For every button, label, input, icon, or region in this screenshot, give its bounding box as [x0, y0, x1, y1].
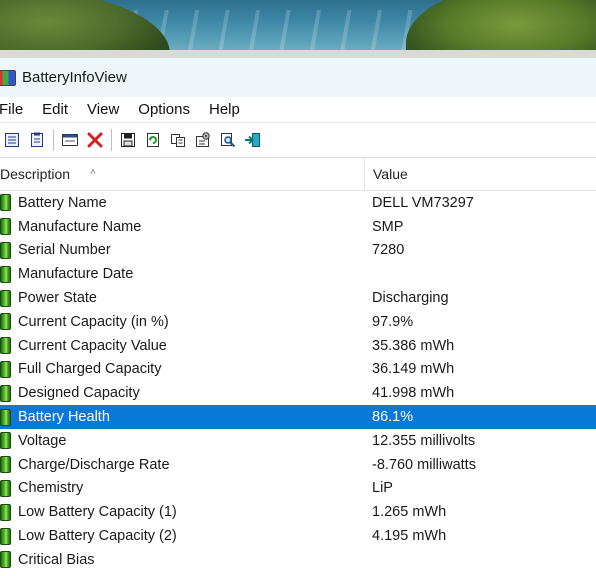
- row-label: Charge/Discharge Rate: [18, 456, 170, 473]
- table-row[interactable]: Low Battery Capacity (2) 4.195 mWh: [0, 524, 596, 548]
- properties-icon[interactable]: [60, 130, 80, 150]
- row-label: Power State: [18, 290, 97, 307]
- table-row[interactable]: Power State Discharging: [0, 286, 596, 310]
- table-row[interactable]: Manufacture Name SMP: [0, 215, 596, 239]
- battery-icon: [0, 432, 11, 450]
- row-label: Battery Health: [18, 409, 110, 426]
- row-value: 7280: [372, 242, 405, 259]
- row-label: Serial Number: [18, 242, 111, 259]
- window-border: [0, 50, 596, 58]
- column-description-label: Description: [0, 166, 71, 182]
- row-label: Low Battery Capacity (1): [18, 504, 177, 521]
- row-value: 12.355 millivolts: [372, 432, 476, 449]
- menu-view[interactable]: View: [77, 101, 128, 118]
- battery-icon: [0, 479, 11, 497]
- text-report-icon[interactable]: [27, 130, 47, 150]
- table-row[interactable]: Critical Bias: [0, 548, 596, 572]
- table-row[interactable]: Current Capacity Value 35.386 mWh: [0, 334, 596, 358]
- options-icon[interactable]: [193, 130, 213, 150]
- copy-icon[interactable]: [168, 130, 188, 150]
- row-label: Current Capacity Value: [18, 337, 167, 354]
- row-label: Current Capacity (in %): [18, 313, 169, 330]
- row-label: Chemistry: [18, 480, 84, 497]
- column-header-value[interactable]: Value: [364, 158, 408, 190]
- toolbar-separator: [111, 129, 112, 151]
- row-value: 4.195 mWh: [372, 528, 447, 545]
- battery-icon: [0, 265, 11, 283]
- battery-icon: [0, 456, 11, 474]
- battery-icon: [0, 527, 11, 545]
- row-value: DELL VM73297: [372, 194, 474, 211]
- delete-icon[interactable]: [85, 130, 105, 150]
- row-label: Manufacture Date: [18, 266, 134, 283]
- menu-file[interactable]: File: [0, 101, 32, 118]
- column-header-description[interactable]: Description ˄: [0, 158, 364, 190]
- refresh-icon[interactable]: [143, 130, 163, 150]
- row-label: Battery Name: [18, 194, 107, 211]
- save-icon[interactable]: [118, 130, 138, 150]
- column-value-label: Value: [373, 166, 408, 182]
- row-value: SMP: [372, 218, 404, 235]
- title-bar[interactable]: BatteryInfoView: [0, 58, 596, 97]
- row-value: 1.265 mWh: [372, 504, 447, 521]
- battery-icon: [0, 313, 11, 331]
- table-row[interactable]: Serial Number 7280: [0, 239, 596, 263]
- batteryinfoview-window: BatteryInfoView File Edit View Options H…: [0, 58, 596, 576]
- toolbar: [0, 122, 596, 158]
- table-row[interactable]: Manufacture Date: [0, 262, 596, 286]
- table-row[interactable]: Current Capacity (in %) 97.9%: [0, 310, 596, 334]
- row-value: 97.9%: [372, 313, 414, 330]
- battery-icon: [0, 503, 11, 521]
- battery-icon: [0, 384, 11, 402]
- row-label: Manufacture Name: [18, 218, 142, 235]
- menu-options[interactable]: Options: [128, 101, 199, 118]
- row-value: 36.149 mWh: [372, 361, 455, 378]
- table-row[interactable]: Designed Capacity 41.998 mWh: [0, 381, 596, 405]
- table-row-selected[interactable]: Battery Health 86.1%: [0, 405, 596, 429]
- find-icon[interactable]: [218, 130, 238, 150]
- toolbar-separator: [53, 129, 54, 151]
- battery-icon: [0, 241, 11, 259]
- row-label: Designed Capacity: [18, 385, 140, 402]
- row-label: Critical Bias: [18, 551, 95, 568]
- battery-icon: [0, 408, 11, 426]
- html-report-icon[interactable]: [2, 130, 22, 150]
- menu-edit[interactable]: Edit: [32, 101, 77, 118]
- battery-icon: [0, 551, 11, 569]
- property-list: Battery Name DELL VM73297 Manufacture Nam…: [0, 191, 596, 572]
- row-label: Voltage: [18, 432, 67, 449]
- battery-icon: [0, 360, 11, 378]
- menu-bar: File Edit View Options Help: [0, 97, 596, 122]
- row-value: -8.760 milliwatts: [372, 456, 476, 473]
- row-value: LiP: [372, 480, 393, 497]
- menu-help[interactable]: Help: [199, 101, 249, 118]
- list-header: Description ˄ Value: [0, 158, 596, 191]
- row-label: Full Charged Capacity: [18, 361, 162, 378]
- table-row[interactable]: Low Battery Capacity (1) 1.265 mWh: [0, 500, 596, 524]
- row-value: 35.386 mWh: [372, 337, 455, 354]
- app-battery-icon: [0, 69, 16, 86]
- table-row[interactable]: Charge/Discharge Rate -8.760 milliwatts: [0, 453, 596, 477]
- table-row[interactable]: Voltage 12.355 millivolts: [0, 429, 596, 453]
- battery-icon: [0, 194, 11, 212]
- row-value: 41.998 mWh: [372, 385, 455, 402]
- battery-icon: [0, 289, 11, 307]
- table-row[interactable]: Battery Name DELL VM73297: [0, 191, 596, 215]
- row-value: Discharging: [372, 290, 449, 307]
- battery-icon: [0, 218, 11, 236]
- row-value: 86.1%: [372, 409, 414, 426]
- window-title: BatteryInfoView: [22, 69, 127, 86]
- table-row[interactable]: Chemistry LiP: [0, 477, 596, 501]
- table-row[interactable]: Full Charged Capacity 36.149 mWh: [0, 358, 596, 382]
- row-label: Low Battery Capacity (2): [18, 528, 177, 545]
- sort-ascending-icon: ˄: [90, 167, 96, 178]
- exit-icon[interactable]: [243, 130, 263, 150]
- battery-icon: [0, 337, 11, 355]
